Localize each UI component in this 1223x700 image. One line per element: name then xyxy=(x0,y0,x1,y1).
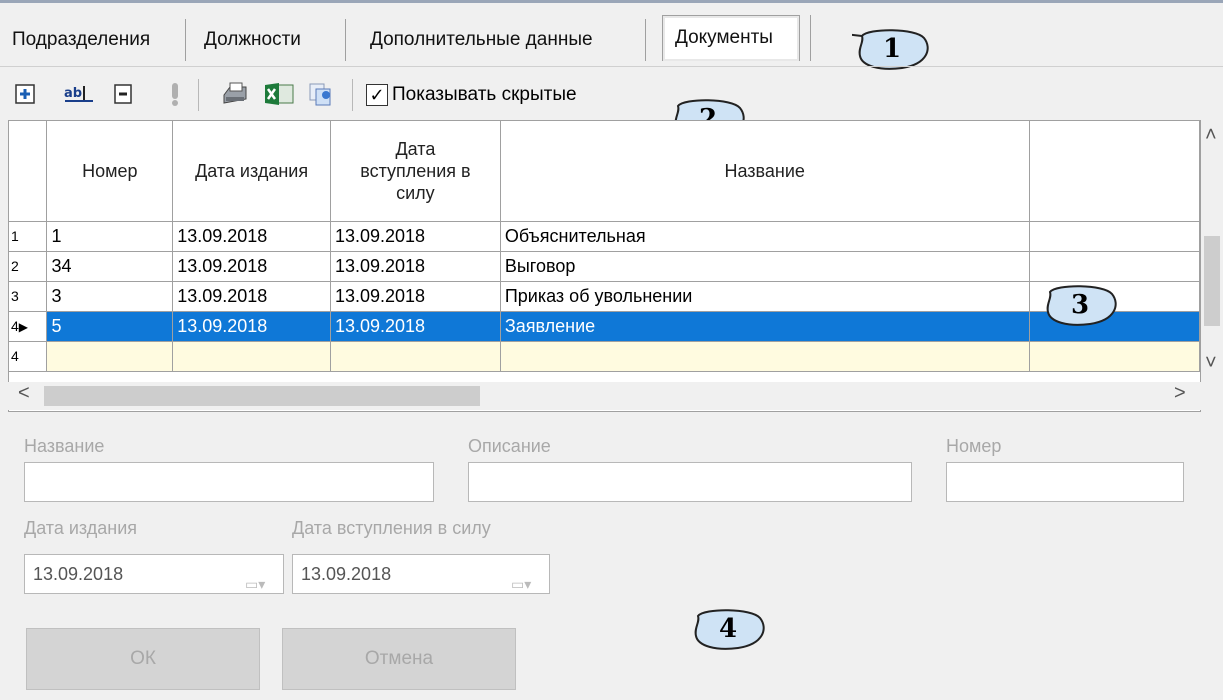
cell-extra[interactable] xyxy=(1029,221,1200,252)
column-header-extra[interactable] xyxy=(1029,121,1200,222)
cell-name[interactable]: Выговор xyxy=(500,251,1030,282)
cell-extra[interactable] xyxy=(1029,341,1200,372)
description-field[interactable] xyxy=(468,462,912,502)
cell-number[interactable]: 1 xyxy=(46,221,174,252)
rename-icon[interactable]: ab xyxy=(62,79,96,109)
show-hidden-label: Показывать скрытые xyxy=(392,84,577,105)
column-header-number[interactable]: Номер xyxy=(46,121,174,222)
description-label: Описание xyxy=(468,436,551,456)
cancel-button[interactable]: Отмена xyxy=(282,628,516,690)
cell-name[interactable]: Заявление xyxy=(500,311,1030,342)
cell-effective-date[interactable]: 13.09.2018 xyxy=(330,281,501,312)
cell-extra[interactable] xyxy=(1029,251,1200,282)
name-field[interactable] xyxy=(24,462,434,502)
cell-issue-date[interactable]: 13.09.2018 xyxy=(172,251,331,282)
calendar-dropdown-icon[interactable]: ▭▾ xyxy=(511,565,539,592)
toolbar: ab ✓ Показывать скрытые xyxy=(0,66,1223,120)
cell-effective-date[interactable]: 13.09.2018 xyxy=(330,311,501,342)
cell-name[interactable]: Объяснительная xyxy=(500,221,1030,252)
show-hidden-checkbox[interactable]: ✓ xyxy=(366,84,388,106)
print-icon[interactable] xyxy=(218,79,252,109)
cell-issue-date[interactable]: 13.09.2018 xyxy=(172,281,331,312)
show-hidden-toggle[interactable]: ✓ Показывать скрытые xyxy=(366,81,577,109)
column-header-issue-date[interactable]: Дата издания xyxy=(172,121,331,222)
cell-issue-date[interactable]: 13.09.2018 xyxy=(172,221,331,252)
documents-table: Номер Дата издания Дата вступления в сил… xyxy=(9,121,1200,372)
table-row[interactable]: 3 3 13.09.2018 13.09.2018 Приказ об увол… xyxy=(9,281,1200,312)
scroll-up-icon[interactable]: ˄ xyxy=(1205,124,1217,147)
cell-effective-date[interactable]: 13.09.2018 xyxy=(330,251,501,282)
number-label: Номер xyxy=(946,436,1002,456)
calendar-dropdown-icon[interactable]: ▭▾ xyxy=(245,565,273,592)
copy-icon[interactable] xyxy=(304,79,338,109)
documents-grid: Номер Дата издания Дата вступления в сил… xyxy=(8,120,1201,412)
callout-number: 3 xyxy=(1070,290,1090,320)
scroll-left-icon[interactable]: < xyxy=(18,382,30,405)
tab-divider xyxy=(810,15,811,61)
cell-issue-date[interactable]: 13.09.2018 xyxy=(172,311,331,342)
cell-number[interactable]: 5 xyxy=(46,311,174,342)
row-indicator-header xyxy=(9,121,48,222)
effective-date-picker[interactable]: 13.09.2018 ▭▾ xyxy=(292,554,550,594)
ok-button[interactable]: ОК xyxy=(26,628,260,690)
cell-effective-date[interactable]: 13.09.2018 xyxy=(330,221,501,252)
cell-number[interactable]: 34 xyxy=(46,251,174,282)
callout-4: 4 xyxy=(688,608,768,650)
svg-text:ab: ab xyxy=(64,86,82,101)
issue-date-picker[interactable]: 13.09.2018 ▭▾ xyxy=(24,554,284,594)
cell-effective-date[interactable] xyxy=(330,341,501,372)
cell-number[interactable] xyxy=(46,341,174,372)
issue-date-label: Дата издания xyxy=(24,518,138,538)
cell-number[interactable]: 3 xyxy=(46,281,174,312)
horizontal-scroll-thumb[interactable] xyxy=(44,386,480,406)
row-indicator[interactable]: 1 xyxy=(9,221,48,252)
cell-name[interactable]: Приказ об увольнении xyxy=(500,281,1030,312)
add-icon[interactable] xyxy=(10,79,40,109)
issue-date-value: 13.09.2018 xyxy=(33,564,124,584)
tab-documents[interactable]: Документы xyxy=(662,15,800,61)
tab-positions[interactable]: Должности xyxy=(186,19,346,61)
row-indicator-number: 4 xyxy=(11,318,19,334)
scroll-right-icon[interactable]: > xyxy=(1174,382,1186,405)
table-row-selected[interactable]: 4▶ 5 13.09.2018 13.09.2018 Заявление xyxy=(9,311,1200,342)
row-indicator[interactable]: 2 xyxy=(9,251,48,282)
cell-issue-date[interactable] xyxy=(172,341,331,372)
current-row-arrow-icon: ▶ xyxy=(18,320,29,334)
effective-date-value: 13.09.2018 xyxy=(301,564,392,584)
toolbar-separator xyxy=(198,79,199,111)
row-indicator[interactable]: 4 xyxy=(9,341,48,372)
tab-bar: Подразделения Должности Дополнительные д… xyxy=(0,0,1223,66)
table-row[interactable]: 2 34 13.09.2018 13.09.2018 Выговор xyxy=(9,251,1200,282)
callout-number: 1 xyxy=(882,34,902,64)
column-header-name[interactable]: Название xyxy=(500,121,1030,222)
cell-name[interactable] xyxy=(500,341,1030,372)
remove-icon[interactable] xyxy=(108,79,138,109)
row-indicator[interactable]: 4▶ xyxy=(9,311,48,342)
header-row: Номер Дата издания Дата вступления в сил… xyxy=(9,121,1200,222)
callout-3: 3 xyxy=(1040,284,1120,326)
info-icon[interactable] xyxy=(160,79,190,109)
horizontal-scrollbar[interactable]: < > xyxy=(8,382,1201,410)
callout-number: 4 xyxy=(718,614,738,644)
name-label: Название xyxy=(24,436,105,456)
scroll-down-icon[interactable]: ˅ xyxy=(1205,352,1217,375)
effective-date-label: Дата вступления в силу xyxy=(292,518,491,538)
excel-export-icon[interactable] xyxy=(262,79,296,109)
tab-departments[interactable]: Подразделения xyxy=(0,19,186,61)
row-indicator[interactable]: 3 xyxy=(9,281,48,312)
number-field[interactable] xyxy=(946,462,1184,502)
callout-1: 1 xyxy=(843,28,932,70)
tab-additional-data[interactable]: Дополнительные данные xyxy=(346,19,646,61)
table-row[interactable]: 1 1 13.09.2018 13.09.2018 Объяснительная xyxy=(9,221,1200,252)
vertical-scroll-thumb[interactable] xyxy=(1204,236,1220,326)
toolbar-separator xyxy=(352,79,353,111)
column-header-effective-date[interactable]: Дата вступления в силу xyxy=(330,121,501,222)
vertical-scrollbar[interactable]: ˄ ˅ xyxy=(1201,120,1223,382)
table-row-new[interactable]: 4 xyxy=(9,341,1200,372)
